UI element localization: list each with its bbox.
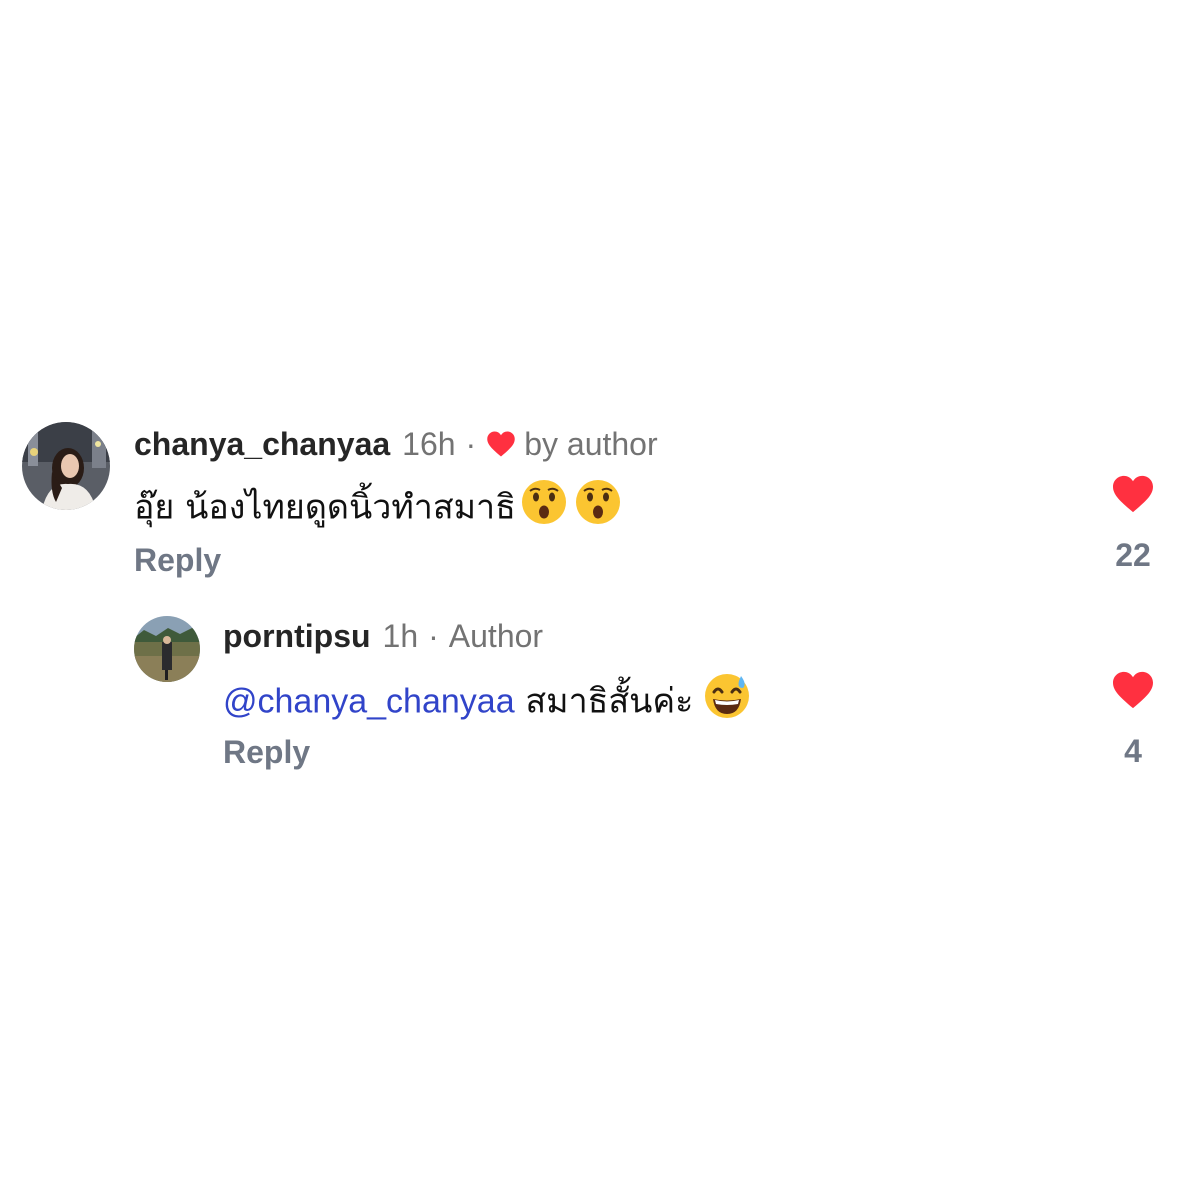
astonished-face-icon [520,478,568,540]
mention-link[interactable]: @chanya_chanyaa [223,683,515,721]
like-count: 4 [1124,733,1142,769]
heart-icon [486,430,516,458]
by-author-label: by author [524,425,658,462]
comment-body: อุ๊ย น้องไทยดูดนิ้วทำสมาธิ [134,487,516,528]
reply-button[interactable]: Reply [223,734,310,771]
avatar[interactable] [134,616,200,682]
heart-icon[interactable] [1103,474,1163,519]
avatar[interactable] [22,422,110,510]
astonished-face-icon [574,478,622,540]
like-count: 22 [1115,537,1151,573]
comments-page: chanya_chanyaa 16h · by author อุ๊ย น้อง… [0,0,1200,1200]
like-control: 4 [1103,670,1163,770]
comment-text: อุ๊ย น้องไทยดูดนิ้วทำสมาธิ [134,478,622,528]
author-badge: Author [448,617,544,654]
comment-time: 16h [402,425,456,462]
comment-item: chanya_chanyaa 16h · by author อุ๊ย น้อง… [0,0,1200,600]
reply-item: porntipsu 1h · Author @chanya_chanyaa สม… [0,600,1200,800]
separator-dot: · [428,617,439,654]
heart-icon[interactable] [1103,670,1163,715]
grinning-face-with-sweat-icon [703,672,751,734]
reply-time: 1h [382,617,419,654]
reply-text: @chanya_chanyaa สมาธิสั้นค่ะ [223,672,751,722]
reply-body: สมาธิสั้นค่ะ [514,681,694,722]
reply-button[interactable]: Reply [134,542,221,579]
like-control: 22 [1103,474,1163,574]
reply-username[interactable]: porntipsu [223,618,371,655]
separator-dot: · [465,425,477,462]
comment-username[interactable]: chanya_chanyaa [134,426,390,463]
reply-header: porntipsu 1h · Author [223,616,543,656]
comment-header: chanya_chanyaa 16h · by author [134,424,658,464]
